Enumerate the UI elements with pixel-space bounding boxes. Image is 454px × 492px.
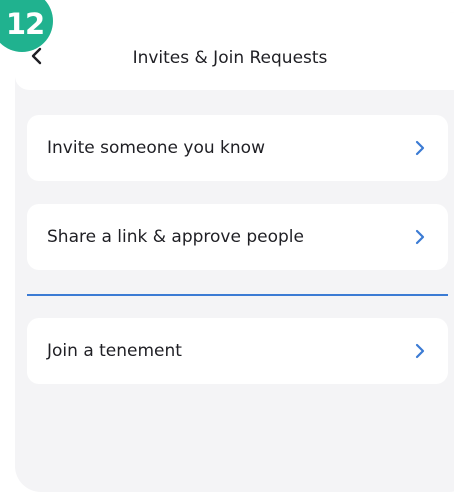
share-link-label: Share a link & approve people bbox=[47, 227, 304, 247]
join-tenement-label: Join a tenement bbox=[47, 341, 182, 361]
chevron-right-icon bbox=[415, 140, 425, 156]
section-divider bbox=[27, 294, 448, 296]
invite-someone-row[interactable]: Invite someone you know bbox=[27, 115, 448, 181]
join-tenement-row[interactable]: Join a tenement bbox=[27, 318, 448, 384]
phone-screen: Invites & Join Requests Invite someone y… bbox=[15, 12, 454, 492]
invite-someone-label: Invite someone you know bbox=[47, 138, 265, 158]
chevron-right-icon bbox=[415, 343, 425, 359]
share-link-row[interactable]: Share a link & approve people bbox=[27, 204, 448, 270]
page-title: Invites & Join Requests bbox=[132, 48, 328, 68]
top-bar: Invites & Join Requests bbox=[15, 12, 454, 90]
chevron-right-icon bbox=[415, 229, 425, 245]
